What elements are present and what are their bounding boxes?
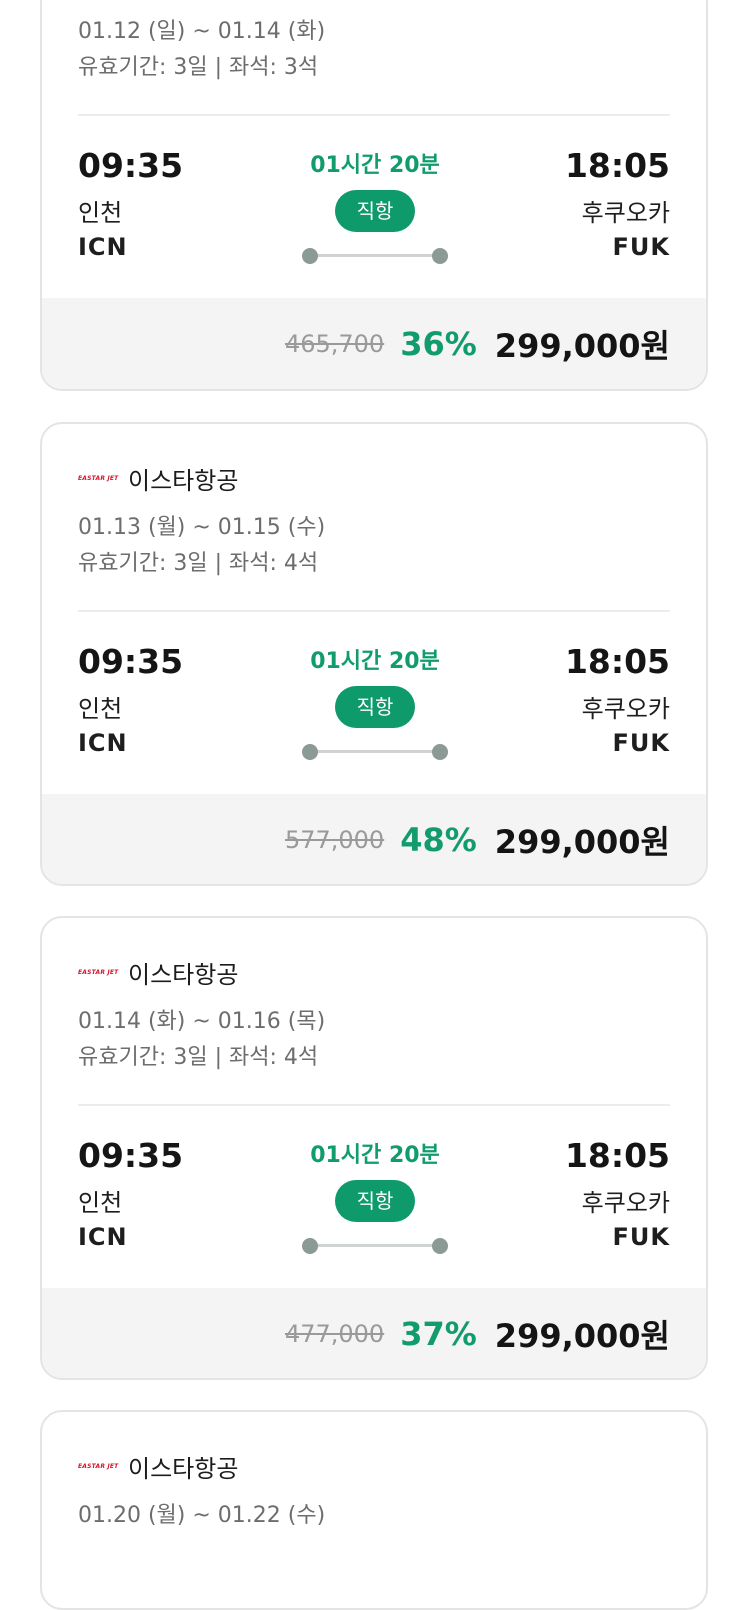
route-end-dot-icon — [432, 1238, 448, 1254]
departure-code: ICN — [78, 1223, 128, 1251]
departure-city: 인천 — [78, 1189, 123, 1217]
route-end-dot-icon — [432, 744, 448, 760]
arrival-time: 18:05 — [564, 1136, 670, 1175]
flight-dates: 01.20 (월) ~ 01.22 (수) — [78, 1503, 326, 1528]
discount-rate: 36% — [400, 325, 477, 363]
departure-city: 인천 — [78, 695, 123, 723]
flight-card-2[interactable]: EASTAR JET 이스타항공 01.13 (월) ~ 01.15 (수) 유… — [40, 422, 708, 886]
flight-dates: 01.12 (일) ~ 01.14 (화) — [78, 19, 326, 44]
eastar-jet-logo: EASTAR JET — [78, 1462, 119, 1470]
price-bar: 465,700 36% 299,000원 — [42, 298, 706, 389]
original-price: 577,000 — [284, 826, 385, 854]
airline-row: EASTAR JET 이스타항공 — [78, 460, 670, 496]
route-track — [302, 248, 448, 264]
eastar-jet-logo: EASTAR JET — [78, 968, 119, 976]
route-start-dot-icon — [302, 1238, 318, 1254]
route-track — [302, 1238, 448, 1254]
arrival-time: 18:05 — [564, 642, 670, 681]
original-price: 465,700 — [284, 330, 385, 358]
discount-rate: 48% — [400, 821, 477, 859]
flight-dates: 01.13 (월) ~ 01.15 (수) — [78, 515, 326, 540]
arrival-code: FUK — [612, 1223, 670, 1251]
direct-flight-badge: 직항 — [335, 686, 415, 728]
arrival-city: 후쿠오카 — [581, 199, 670, 227]
route-start-dot-icon — [302, 248, 318, 264]
direct-flight-badge: 직항 — [335, 1180, 415, 1222]
route-line — [310, 750, 440, 753]
flight-route: 09:35 인천 ICN 01시간 20분 직항 18:05 후쿠오카 FUK — [78, 1106, 670, 1288]
flight-route: 09:35 인천 ICN 01시간 20분 직항 18:05 후쿠오카 FUK — [78, 612, 670, 794]
airline-row: EASTAR JET 이스타항공 — [78, 954, 670, 990]
flight-validity: 유효기간: 3일 | 좌석: 4석 — [78, 551, 319, 576]
flight-dates: 01.14 (화) ~ 01.16 (목) — [78, 1009, 326, 1034]
route-end-dot-icon — [432, 248, 448, 264]
arrival-city: 후쿠오카 — [581, 1189, 670, 1217]
route-line — [310, 254, 440, 257]
airline-row: EASTAR JET 이스타항공 — [78, 1448, 670, 1484]
departure-code: ICN — [78, 729, 128, 757]
direct-flight-badge: 직항 — [335, 190, 415, 232]
departure-code: ICN — [78, 233, 128, 261]
final-price: 299,000원 — [494, 1317, 670, 1355]
final-price: 299,000원 — [494, 823, 670, 861]
departure-city: 인천 — [78, 199, 123, 227]
route-track — [302, 744, 448, 760]
flight-route: 09:35 인천 ICN 01시간 20분 직항 18:05 후쿠오카 FUK — [78, 116, 670, 298]
final-price: 299,000원 — [494, 327, 670, 365]
flight-card-4[interactable]: EASTAR JET 이스타항공 01.20 (월) ~ 01.22 (수) — [40, 1410, 708, 1610]
arrival-time: 18:05 — [564, 146, 670, 185]
eastar-jet-logo: EASTAR JET — [78, 474, 119, 482]
original-price: 477,000 — [284, 1320, 385, 1348]
airline-name: 이스타항공 — [128, 1454, 239, 1483]
flight-validity: 유효기간: 3일 | 좌석: 4석 — [78, 1045, 319, 1070]
arrival-code: FUK — [612, 729, 670, 757]
price-bar: 477,000 37% 299,000원 — [42, 1288, 706, 1378]
route-line — [310, 1244, 440, 1247]
route-start-dot-icon — [302, 744, 318, 760]
airline-name: 이스타항공 — [128, 960, 239, 989]
price-bar: 577,000 48% 299,000원 — [42, 794, 706, 884]
arrival-code: FUK — [612, 233, 670, 261]
flight-card-3[interactable]: EASTAR JET 이스타항공 01.14 (화) ~ 01.16 (목) 유… — [40, 916, 708, 1380]
discount-rate: 37% — [400, 1315, 477, 1353]
arrival-city: 후쿠오카 — [581, 695, 670, 723]
flight-validity: 유효기간: 3일 | 좌석: 3석 — [78, 55, 319, 80]
flight-card-1[interactable]: 01.12 (일) ~ 01.14 (화) 유효기간: 3일 | 좌석: 3석 … — [40, 0, 708, 391]
airline-name: 이스타항공 — [128, 466, 239, 495]
